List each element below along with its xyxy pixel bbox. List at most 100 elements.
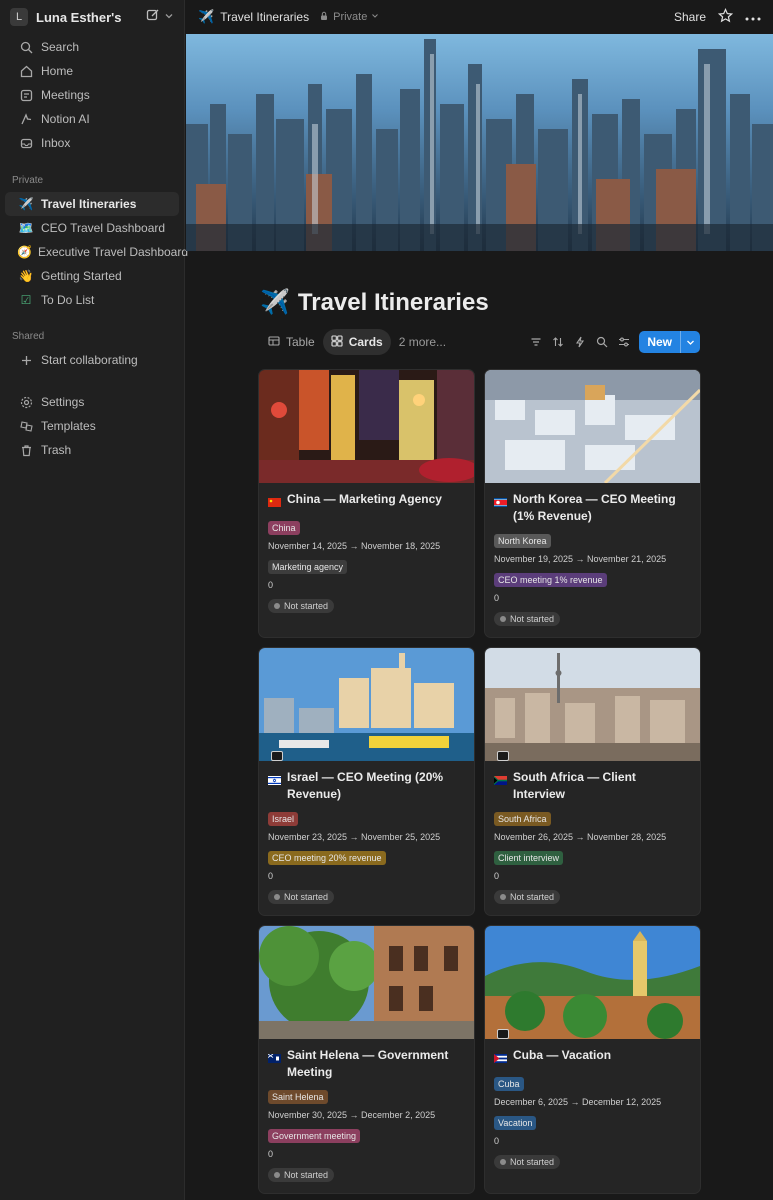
- privacy-selector[interactable]: Private: [319, 11, 379, 24]
- lock-icon: [319, 11, 329, 24]
- sidebar-item-ceo-travel-dashboard[interactable]: 🗺️ CEO Travel Dashboard: [5, 216, 179, 240]
- north-korea-flag-icon: [494, 495, 507, 512]
- plus-icon: [17, 351, 35, 369]
- share-button[interactable]: Share: [674, 10, 706, 24]
- card-title-text: Israel — CEO Meeting (20% Revenue): [287, 770, 444, 801]
- number-value: 0: [268, 580, 274, 590]
- camera-icon: [497, 751, 509, 761]
- private-section-label: Private: [12, 174, 44, 186]
- tab-label: Table: [286, 335, 315, 349]
- more-views-button[interactable]: 2 more...: [391, 335, 454, 349]
- tab-table[interactable]: Table: [260, 329, 323, 355]
- sidebar-item-executive-travel-dashboard[interactable]: 🧭 Executive Travel Dashboard: [5, 240, 188, 264]
- gallery-icon: [331, 334, 343, 350]
- china-flag-icon: [268, 495, 281, 512]
- card-title-text: North Korea — CEO Meeting (1% Revenue): [513, 492, 676, 523]
- sidebar-item-label: Start collaborating: [41, 353, 138, 367]
- gallery-card[interactable]: Israel — CEO Meeting (20% Revenue) Israe…: [259, 648, 474, 915]
- sidebar-item-start-collaborating[interactable]: Start collaborating: [5, 348, 179, 372]
- home-icon: [17, 62, 35, 80]
- page-title[interactable]: ✈️ Travel Itineraries: [260, 288, 489, 317]
- gallery-card[interactable]: North Korea — CEO Meeting (1% Revenue) N…: [485, 370, 700, 637]
- card-cover-image: [485, 370, 700, 483]
- country-tag: China: [268, 521, 300, 535]
- card-title: Cuba — Vacation: [494, 1047, 691, 1068]
- card-title-text: China — Marketing Agency: [287, 492, 442, 506]
- camera-icon: [271, 751, 283, 761]
- date-range: November 19, 2025 → November 21, 2025: [494, 554, 667, 564]
- new-button-label: New: [647, 335, 672, 349]
- number-value: 0: [268, 871, 274, 881]
- compass-icon: 🧭: [17, 245, 32, 259]
- sidebar-item-home[interactable]: Home: [5, 59, 179, 83]
- status-badge: Not started: [494, 612, 561, 626]
- saint-helena-flag-icon: [267, 1051, 281, 1068]
- sidebar-item-label: Inbox: [41, 136, 71, 150]
- airplane-icon[interactable]: ✈️: [260, 288, 290, 317]
- new-page-icon[interactable]: [146, 8, 160, 27]
- sidebar-item-to-do-list[interactable]: ☑ To Do List: [5, 288, 179, 312]
- sidebar-item-meetings[interactable]: Meetings: [5, 83, 179, 107]
- tab-cards[interactable]: Cards: [322, 329, 391, 355]
- card-title-text: Cuba — Vacation: [513, 1048, 612, 1062]
- card-title: South Africa — Client Interview: [494, 769, 691, 803]
- sidebar-item-label: Home: [41, 64, 74, 78]
- privacy-label: Private: [333, 11, 368, 23]
- workspace-avatar: L: [10, 8, 28, 26]
- filter-icon[interactable]: [529, 335, 543, 349]
- breadcrumb[interactable]: ✈️ Travel Itineraries: [198, 9, 309, 25]
- sidebar-item-templates[interactable]: Templates: [5, 414, 179, 438]
- search-icon[interactable]: [595, 335, 609, 349]
- sidebar-item-label: Executive Travel Dashboard: [37, 245, 189, 259]
- workspace-name: Luna Esther's: [36, 9, 122, 25]
- sidebar-item-settings[interactable]: Settings: [5, 390, 179, 414]
- card-title-text: Saint Helena — Government Meeting: [287, 1048, 449, 1079]
- sidebar-item-getting-started[interactable]: 👋 Getting Started: [5, 264, 179, 288]
- south-africa-flag-icon: [494, 773, 507, 790]
- table-icon: [268, 335, 280, 350]
- sort-icon[interactable]: [551, 335, 565, 349]
- breadcrumb-page-title: Travel Itineraries: [220, 10, 310, 24]
- chevron-down-icon[interactable]: [164, 8, 174, 26]
- sidebar-item-inbox[interactable]: Inbox: [5, 131, 179, 155]
- chevron-down-icon[interactable]: [680, 331, 700, 353]
- gallery-card[interactable]: Saint Helena — Government Meeting Saint …: [259, 926, 474, 1193]
- topbar: ✈️ Travel Itineraries Private Share: [186, 0, 773, 34]
- sidebar-item-search[interactable]: Search: [5, 35, 179, 59]
- card-title-text: South Africa — Client Interview: [513, 770, 636, 801]
- card-cover-image: [259, 648, 474, 761]
- card-cover-image: [259, 926, 474, 1039]
- gallery-card[interactable]: Cuba — Vacation Cuba December 6, 2025 → …: [485, 926, 700, 1193]
- templates-icon: [17, 417, 35, 435]
- country-tag: North Korea: [494, 534, 551, 548]
- new-button[interactable]: New: [639, 331, 700, 353]
- meetings-icon: [17, 86, 35, 104]
- workspace-switcher[interactable]: L Luna Esther's: [0, 0, 184, 34]
- card-cover-image: [485, 648, 700, 761]
- date-range: November 30, 2025 → December 2, 2025: [268, 1110, 436, 1120]
- purpose-tag: Marketing agency: [268, 560, 348, 574]
- number-value: 0: [494, 593, 500, 603]
- shared-section-label: Shared: [12, 330, 45, 342]
- more-options-icon[interactable]: [745, 10, 761, 24]
- status-label: Not started: [284, 892, 329, 902]
- view-settings-icon[interactable]: [617, 335, 631, 349]
- checklist-icon: ☑: [20, 293, 32, 307]
- sidebar-item-trash[interactable]: Trash: [5, 438, 179, 462]
- sidebar-item-notion-ai[interactable]: Notion AI: [5, 107, 179, 131]
- map-icon: 🗺️: [18, 221, 34, 235]
- gallery-card[interactable]: South Africa — Client Interview South Af…: [485, 648, 700, 915]
- purpose-tag: CEO meeting 1% revenue: [494, 573, 607, 587]
- sidebar-item-travel-itineraries[interactable]: ✈️ Travel Itineraries: [5, 192, 179, 216]
- status-label: Not started: [284, 601, 329, 611]
- card-cover-image: [485, 926, 700, 1039]
- star-icon[interactable]: [717, 8, 734, 26]
- inbox-icon: [17, 134, 35, 152]
- gallery-card[interactable]: China — Marketing Agency China November …: [259, 370, 474, 637]
- page-cover-image: [186, 34, 773, 251]
- sidebar-item-label: Settings: [41, 395, 85, 409]
- status-label: Not started: [510, 1157, 555, 1167]
- sidebar-item-label: Templates: [41, 419, 96, 433]
- automation-icon[interactable]: [573, 335, 587, 349]
- status-badge: Not started: [494, 1155, 561, 1169]
